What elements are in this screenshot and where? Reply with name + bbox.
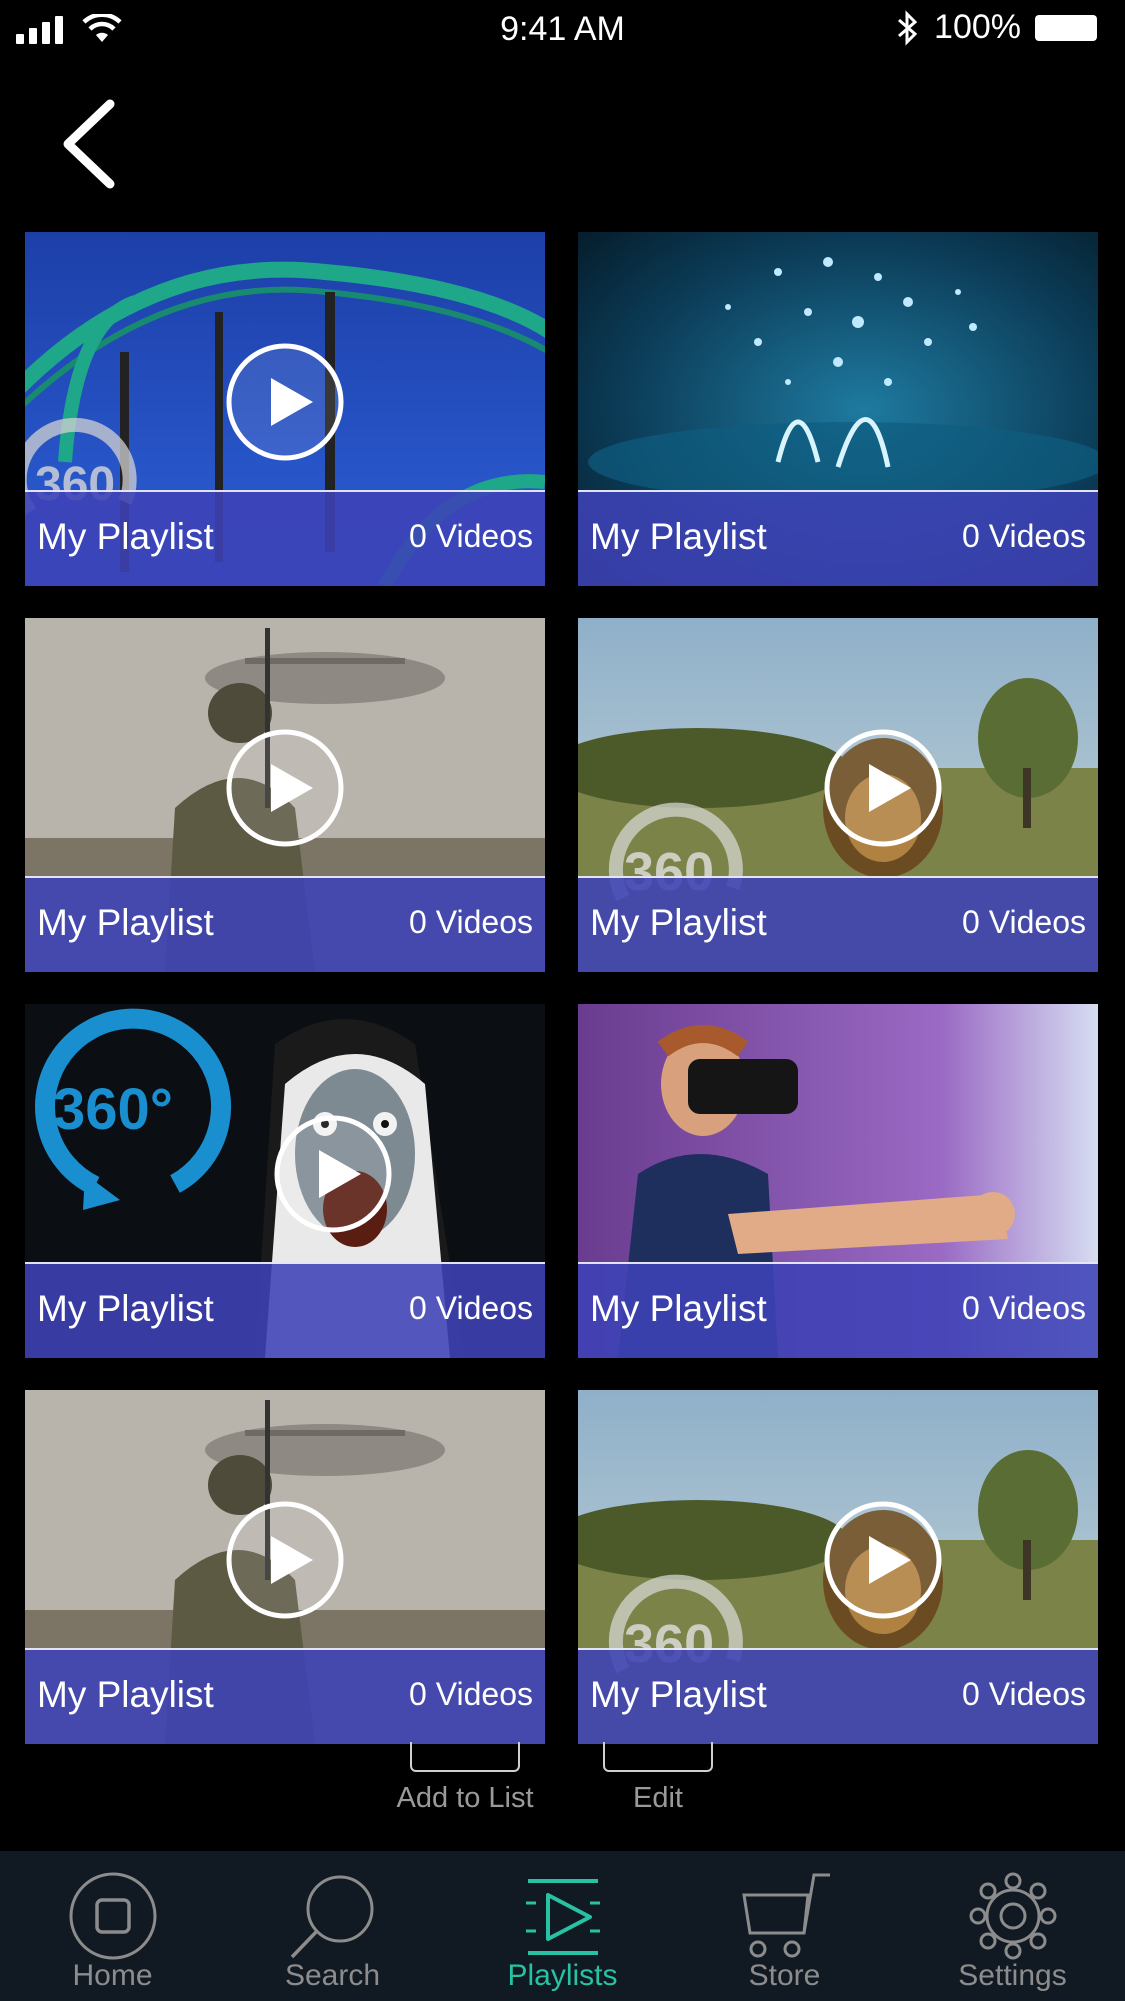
play-icon[interactable] — [225, 1500, 345, 1620]
playlist-count: 0 Videos — [409, 1290, 533, 1326]
playlist-caption: My Playlist 0 Videos — [578, 1648, 1098, 1744]
svg-text:360°: 360° — [53, 1077, 173, 1142]
play-icon[interactable] — [823, 1500, 943, 1620]
play-icon[interactable] — [225, 342, 345, 462]
tab-search[interactable]: Search — [220, 1851, 445, 2001]
status-bar: 9:41 AM 100% — [0, 0, 1125, 60]
playlist-caption: My Playlist 0 Videos — [578, 490, 1098, 586]
playlist-caption: My Playlist 0 Videos — [25, 1648, 545, 1744]
playlist-caption: My Playlist 0 Videos — [25, 876, 545, 972]
gear-icon — [969, 1872, 1056, 1960]
tab-label: Settings — [958, 1959, 1067, 1992]
play-icon[interactable] — [225, 728, 345, 848]
play-icon[interactable] — [273, 1114, 393, 1234]
playlist-card[interactable]: 360° My Playlist 0 Videos — [25, 1004, 545, 1358]
playlist-count: 0 Videos — [409, 518, 533, 554]
home-icon — [69, 1872, 156, 1960]
tab-label: Playlists — [507, 1959, 618, 1992]
playlist-title: My Playlist — [37, 1674, 214, 1715]
playlist-caption: My Playlist 0 Videos — [25, 1262, 545, 1358]
tab-label: Store — [748, 1959, 821, 1992]
playlist-card[interactable]: 360 My Playlist 0 Videos — [578, 618, 1098, 972]
playlist-count: 0 Videos — [962, 1676, 1086, 1712]
battery-percent: 100% — [934, 8, 1021, 46]
playlist-title: My Playlist — [590, 1674, 767, 1715]
tab-playlists[interactable]: Playlists — [450, 1851, 675, 2001]
playlist-card[interactable]: My Playlist 0 Videos — [578, 232, 1098, 586]
add-to-list-button[interactable] — [410, 1742, 520, 1772]
search-icon — [290, 1875, 373, 1959]
playlist-count: 0 Videos — [409, 904, 533, 940]
tab-label: Home — [72, 1959, 153, 1992]
play-icon[interactable] — [823, 728, 943, 848]
back-button[interactable] — [50, 92, 130, 192]
playlist-card[interactable]: My Playlist 0 Videos — [25, 1390, 545, 1744]
tab-home[interactable]: Home — [0, 1851, 225, 2001]
playlist-card[interactable]: 360 My Playlist 0 Videos — [25, 232, 545, 586]
playlist-caption: My Playlist 0 Videos — [25, 490, 545, 586]
battery-icon — [1035, 14, 1097, 41]
tab-store[interactable]: Store — [672, 1851, 897, 2001]
playlist-card[interactable]: 360 My Playlist 0 Videos — [578, 1390, 1098, 1744]
chevron-left-icon — [63, 99, 115, 189]
tab-label: Search — [284, 1959, 381, 1992]
playlist-title: My Playlist — [590, 516, 767, 557]
playlist-count: 0 Videos — [962, 904, 1086, 940]
playlist-caption: My Playlist 0 Videos — [578, 1262, 1098, 1358]
bluetooth-icon — [898, 9, 918, 46]
edit-button[interactable] — [603, 1742, 713, 1772]
add-to-list-label[interactable]: Add to List — [375, 1782, 555, 1815]
playlist-caption: My Playlist 0 Videos — [578, 876, 1098, 972]
playlist-count: 0 Videos — [962, 1290, 1086, 1326]
playlist-card[interactable]: My Playlist 0 Videos — [578, 1004, 1098, 1358]
playlist-title: My Playlist — [590, 1288, 767, 1329]
playlist-title: My Playlist — [37, 902, 214, 943]
playlist-title: My Playlist — [37, 516, 214, 557]
playlist-title: My Playlist — [590, 902, 767, 943]
edit-label[interactable]: Edit — [598, 1782, 718, 1815]
playlist-count: 0 Videos — [409, 1676, 533, 1712]
badge-360-icon: 360° — [25, 1004, 235, 1219]
playlists-icon — [525, 1879, 600, 1955]
status-right: 100% — [896, 8, 1097, 47]
tab-settings[interactable]: Settings — [900, 1851, 1125, 2001]
tab-bar: Home Search Playlists Store Settings — [0, 1851, 1125, 2001]
playlist-card[interactable]: My Playlist 0 Videos — [25, 618, 545, 972]
cart-icon — [741, 1873, 830, 1958]
playlist-title: My Playlist — [37, 1288, 214, 1329]
playlist-count: 0 Videos — [962, 518, 1086, 554]
